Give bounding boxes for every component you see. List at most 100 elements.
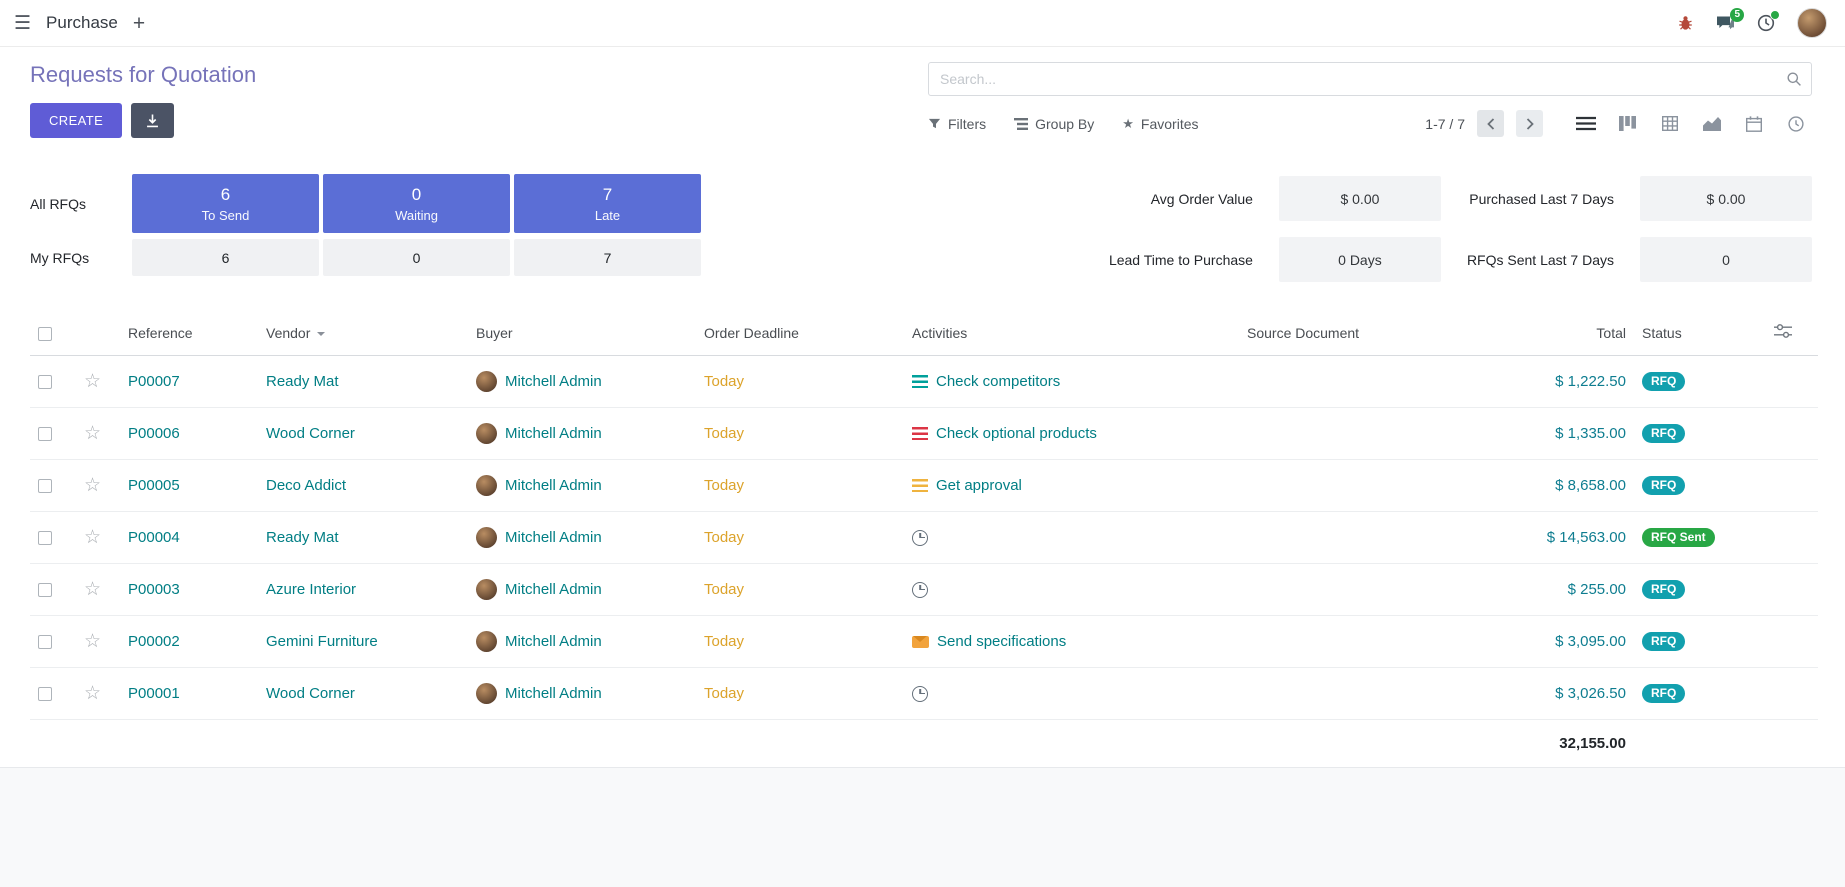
reference-link[interactable]: P00002 [128,633,180,650]
header-vendor[interactable]: Vendor [258,310,468,356]
create-button[interactable]: CREATE [30,103,122,138]
favorite-star-icon[interactable]: ☆ [84,527,101,548]
row-checkbox[interactable] [38,583,52,597]
buyer-avatar [476,683,497,704]
my-tile-waiting[interactable]: 0 [323,239,510,276]
table-row[interactable]: ☆ P00006 Wood Corner Mitchell Admin Toda… [30,408,1818,460]
favorites-star-icon: ★ [1122,117,1134,130]
tile-to-send[interactable]: 6 To Send [132,174,319,233]
favorite-star-icon[interactable]: ☆ [84,631,101,652]
activity-icon[interactable] [912,375,928,388]
activity-label[interactable]: Send specifications [937,633,1066,650]
activity-clock-icon[interactable] [912,686,928,702]
activity-label[interactable]: Get approval [936,477,1022,494]
view-pivot-icon[interactable] [1653,109,1686,138]
favorite-star-icon[interactable]: ☆ [84,423,101,444]
reference-link[interactable]: P00006 [128,425,180,442]
optional-columns-button[interactable] [1766,310,1818,356]
reference-link[interactable]: P00007 [128,373,180,390]
header-total[interactable]: Total [1482,310,1634,356]
table-row[interactable]: ☆ P00002 Gemini Furniture Mitchell Admin… [30,616,1818,668]
debug-bug-icon[interactable] [1677,15,1694,31]
buyer-link[interactable]: Mitchell Admin [505,633,602,650]
activity-email-icon[interactable] [912,636,929,648]
table-row[interactable]: ☆ P00003 Azure Interior Mitchell Admin T… [30,564,1818,616]
source-document-value [1239,408,1482,460]
table-row[interactable]: ☆ P00001 Wood Corner Mitchell Admin Toda… [30,668,1818,720]
header-reference[interactable]: Reference [120,310,258,356]
table-row[interactable]: ☆ P00004 Ready Mat Mitchell Admin Today … [30,512,1818,564]
vendor-link[interactable]: Wood Corner [266,425,355,442]
activity-label[interactable]: Check competitors [936,373,1060,390]
vendor-link[interactable]: Deco Addict [266,477,346,494]
status-badge: RFQ [1642,632,1685,651]
reference-link[interactable]: P00001 [128,685,180,702]
vendor-link[interactable]: Ready Mat [266,373,339,390]
activity-icon[interactable] [912,427,928,440]
stat-purchased-last7: $ 0.00 [1640,176,1812,221]
select-all-checkbox[interactable] [38,327,52,341]
tile-waiting[interactable]: 0 Waiting [323,174,510,233]
activity-clock-icon[interactable] [912,530,928,546]
user-avatar[interactable] [1797,8,1827,38]
footer-total: 32,155.00 [1482,720,1634,768]
header-buyer[interactable]: Buyer [468,310,696,356]
filters-button[interactable]: Filters [928,116,986,132]
search-input[interactable] [928,62,1812,96]
view-graph-icon[interactable] [1695,109,1728,138]
tile-late[interactable]: 7 Late [514,174,701,233]
row-checkbox[interactable] [38,531,52,545]
vendor-link[interactable]: Wood Corner [266,685,355,702]
row-checkbox[interactable] [38,479,52,493]
total-amount: $ 1,335.00 [1555,425,1626,442]
view-activity-icon[interactable] [1779,109,1812,138]
favorite-star-icon[interactable]: ☆ [84,371,101,392]
view-kanban-icon[interactable] [1611,109,1644,138]
export-download-button[interactable] [131,103,174,138]
reference-link[interactable]: P00004 [128,529,180,546]
app-name[interactable]: Purchase [46,13,118,33]
pager-previous-button[interactable] [1477,110,1504,137]
activities-clock-icon[interactable] [1757,14,1775,32]
header-status[interactable]: Status [1634,310,1766,356]
buyer-link[interactable]: Mitchell Admin [505,477,602,494]
activity-clock-icon[interactable] [912,582,928,598]
favorite-star-icon[interactable]: ☆ [84,579,101,600]
activity-icon[interactable] [912,479,928,492]
group-by-button[interactable]: Group By [1014,116,1094,132]
favorites-button[interactable]: ★ Favorites [1122,116,1198,132]
header-activities[interactable]: Activities [904,310,1239,356]
buyer-link[interactable]: Mitchell Admin [505,425,602,442]
vendor-link[interactable]: Gemini Furniture [266,633,378,650]
pager-next-button[interactable] [1516,110,1543,137]
buyer-link[interactable]: Mitchell Admin [505,529,602,546]
buyer-link[interactable]: Mitchell Admin [505,685,602,702]
reference-link[interactable]: P00003 [128,581,180,598]
table-row[interactable]: ☆ P00005 Deco Addict Mitchell Admin Toda… [30,460,1818,512]
messages-icon[interactable]: 5 [1716,15,1735,31]
row-checkbox[interactable] [38,375,52,389]
my-tile-to-send[interactable]: 6 [132,239,319,276]
search-icon[interactable] [1786,71,1802,91]
my-tile-late[interactable]: 7 [514,239,701,276]
apps-menu-icon[interactable]: ☰ [14,14,31,33]
filters-label: Filters [948,116,986,132]
row-checkbox[interactable] [38,635,52,649]
header-order-deadline[interactable]: Order Deadline [696,310,904,356]
buyer-link[interactable]: Mitchell Admin [505,373,602,390]
row-checkbox[interactable] [38,687,52,701]
favorite-star-icon[interactable]: ☆ [84,475,101,496]
favorite-star-icon[interactable]: ☆ [84,683,101,704]
table-footer-row: 32,155.00 [30,720,1818,768]
vendor-link[interactable]: Ready Mat [266,529,339,546]
reference-link[interactable]: P00005 [128,477,180,494]
vendor-link[interactable]: Azure Interior [266,581,356,598]
view-calendar-icon[interactable] [1737,109,1770,138]
activity-label[interactable]: Check optional products [936,425,1097,442]
row-checkbox[interactable] [38,427,52,441]
header-source-document[interactable]: Source Document [1239,310,1482,356]
plus-icon[interactable]: + [133,13,145,34]
table-row[interactable]: ☆ P00007 Ready Mat Mitchell Admin Today … [30,356,1818,408]
view-list-icon[interactable] [1569,109,1602,138]
buyer-link[interactable]: Mitchell Admin [505,581,602,598]
